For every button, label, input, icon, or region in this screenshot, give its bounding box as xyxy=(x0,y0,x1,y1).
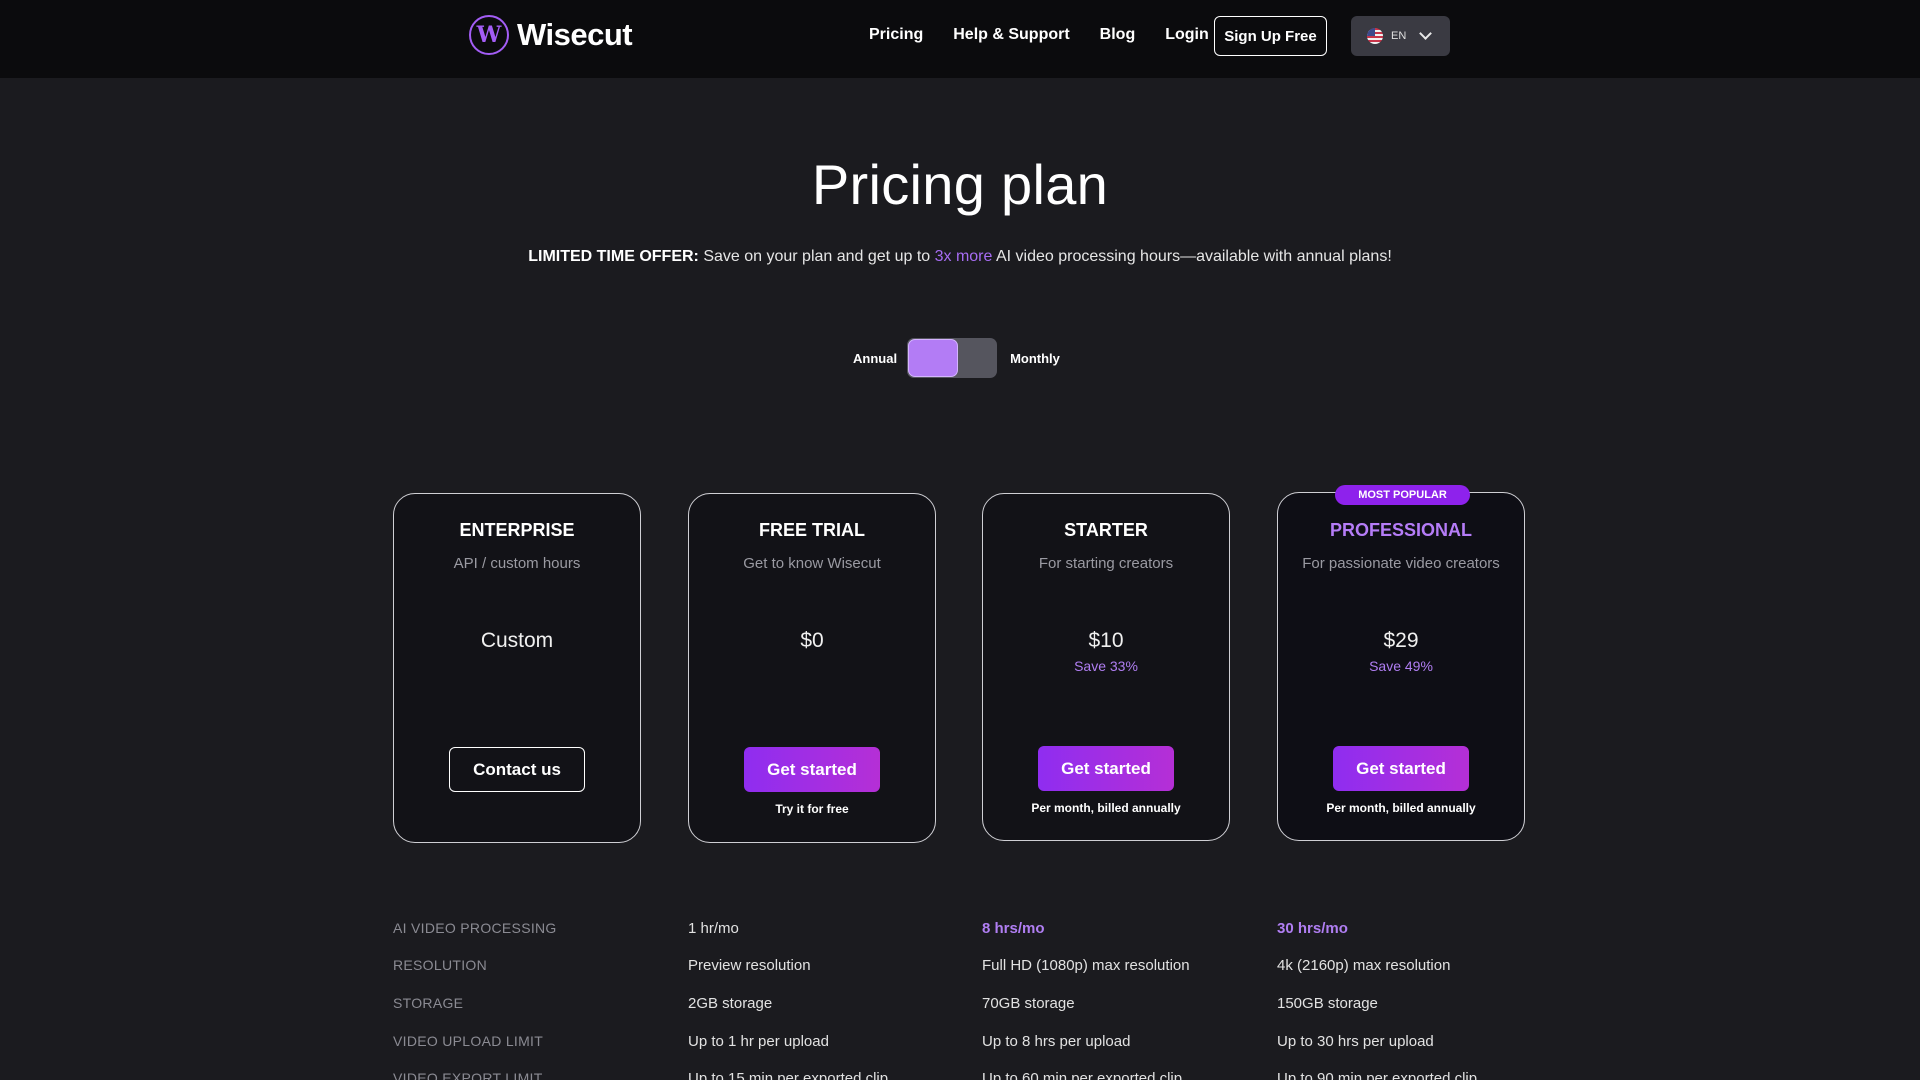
most-popular-badge: MOST POPULAR xyxy=(1335,485,1470,505)
feature-value-professional: 150GB storage xyxy=(1277,995,1378,1012)
plan-card-starter: STARTER For starting creators $10 Save 3… xyxy=(982,493,1230,841)
billing-switch-knob[interactable] xyxy=(908,339,959,377)
chevron-down-icon xyxy=(1419,27,1432,40)
nav-links: Pricing Help & Support Blog Login xyxy=(869,26,1239,44)
plan-price: $29 xyxy=(1383,629,1419,652)
language-code: EN xyxy=(1391,30,1407,42)
offer-label: LIMITED TIME OFFER: xyxy=(528,248,699,265)
plan-note: Try it for free xyxy=(775,802,849,816)
offer-text-post: AI video processing hours—available with… xyxy=(992,248,1392,265)
feature-value-professional: Up to 90 min per exported clip xyxy=(1277,1070,1478,1080)
contact-us-button[interactable]: Contact us xyxy=(449,747,585,792)
feature-value-free: Up to 15 min per exported clip xyxy=(688,1070,889,1080)
language-selector[interactable]: EN xyxy=(1351,16,1450,56)
page-title: Pricing plan xyxy=(811,153,1109,216)
nav-link-pricing[interactable]: Pricing xyxy=(869,26,923,44)
us-flag-icon xyxy=(1367,28,1383,44)
feature-value-free: 2GB storage xyxy=(688,995,773,1012)
plan-name: ENTERPRISE xyxy=(459,520,575,540)
feature-label: Video export limit xyxy=(393,1070,543,1080)
plan-card-professional: MOST POPULAR PROFESSIONAL For passionate… xyxy=(1277,485,1525,841)
plan-note: Per month, billed annually xyxy=(1031,801,1181,815)
feature-value-starter: 70GB storage xyxy=(982,995,1075,1012)
nav-link-blog[interactable]: Blog xyxy=(1100,26,1136,44)
feature-row-storage: Storage 2GB storage 70GB storage 150GB s… xyxy=(393,995,1533,1017)
plan-savings: Save 49% xyxy=(1369,658,1433,674)
feature-label: Resolution xyxy=(393,957,488,973)
plan-price: Custom xyxy=(480,629,554,652)
plan-name: PROFESSIONAL xyxy=(1329,520,1472,540)
feature-value-professional: 30 hrs/mo xyxy=(1277,920,1348,937)
billing-toggle: Annual Monthly xyxy=(853,338,1060,378)
feature-value-starter: Up to 8 hrs per upload xyxy=(982,1033,1131,1050)
plan-subtitle: Get to know Wisecut xyxy=(743,555,881,572)
plan-subtitle: For starting creators xyxy=(1038,555,1174,572)
feature-value-professional: 4k (2160p) max resolution xyxy=(1277,957,1451,974)
nav-link-help-support[interactable]: Help & Support xyxy=(953,26,1069,44)
brand-logo[interactable]: W Wisecut xyxy=(469,15,633,55)
nav-link-login[interactable]: Login xyxy=(1165,26,1209,44)
offer-highlight: 3x more xyxy=(934,248,993,265)
feature-value-starter: Full HD (1080p) max resolution xyxy=(982,957,1190,974)
plan-price: $0 xyxy=(800,629,824,652)
plan-price: $10 xyxy=(1088,629,1124,652)
limited-offer-text: LIMITED TIME OFFER: Save on your plan an… xyxy=(0,248,1920,266)
plan-name: FREE TRIAL xyxy=(759,520,865,540)
feature-label: AI video processing xyxy=(393,920,557,936)
feature-value-free: 1 hr/mo xyxy=(688,920,739,937)
feature-row-upload-limit: Video upload limit Up to 1 hr per upload… xyxy=(393,1033,1533,1055)
plan-note: Per month, billed annually xyxy=(1326,801,1476,815)
plan-savings: Save 33% xyxy=(1074,658,1138,674)
plan-card-free-trial: FREE TRIAL Get to know Wisecut $0 Get st… xyxy=(688,493,936,843)
feature-label: Video upload limit xyxy=(393,1033,544,1049)
feature-label: Storage xyxy=(393,995,464,1011)
feature-row-ai-processing: AI video processing 1 hr/mo 8 hrs/mo 30 … xyxy=(393,920,1533,942)
billing-monthly-label[interactable]: Monthly xyxy=(1010,351,1060,366)
feature-value-professional: Up to 30 hrs per upload xyxy=(1277,1033,1434,1050)
feature-value-starter: 8 hrs/mo xyxy=(982,920,1045,937)
feature-row-resolution: Resolution Preview resolution Full HD (1… xyxy=(393,957,1533,979)
billing-annual-label[interactable]: Annual xyxy=(853,351,897,366)
wisecut-logo-icon: W xyxy=(469,15,509,55)
feature-row-export-limit: Video export limit Up to 15 min per expo… xyxy=(393,1070,1533,1080)
feature-value-free: Preview resolution xyxy=(688,957,811,974)
top-nav: W Wisecut Pricing Help & Support Blog Lo… xyxy=(0,0,1920,78)
billing-switch[interactable] xyxy=(907,338,998,378)
plan-card-enterprise: ENTERPRISE API / custom hours Custom Con… xyxy=(393,493,641,843)
plan-name: STARTER xyxy=(1064,520,1148,540)
plan-subtitle: API / custom hours xyxy=(453,555,581,572)
get-started-button-free-trial[interactable]: Get started xyxy=(744,747,880,792)
feature-value-free: Up to 1 hr per upload xyxy=(688,1033,829,1050)
offer-text-pre: Save on your plan and get up to xyxy=(698,248,935,265)
feature-value-starter: Up to 60 min per exported clip xyxy=(982,1070,1183,1080)
get-started-button-starter[interactable]: Get started xyxy=(1038,746,1174,791)
brand-name: Wisecut xyxy=(517,17,633,52)
get-started-button-professional[interactable]: Get started xyxy=(1333,746,1469,791)
plan-subtitle: For passionate video creators xyxy=(1302,555,1500,572)
sign-up-button[interactable]: Sign Up Free xyxy=(1214,16,1327,56)
